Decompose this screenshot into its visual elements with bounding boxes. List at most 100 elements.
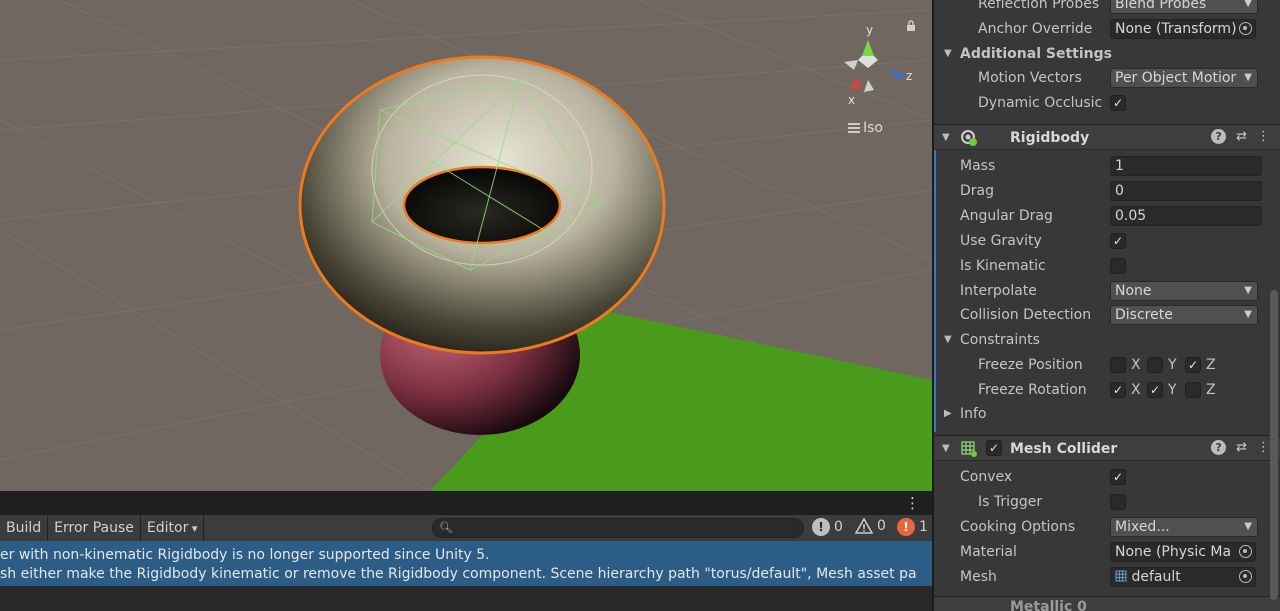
object-picker-icon[interactable] [1239,22,1252,35]
console-search[interactable]: 🔍︎ [432,518,804,538]
lock-icon[interactable] [905,20,917,32]
additional-settings-label: Additional Settings [960,46,1112,62]
axis-z-label: Z [1206,357,1216,373]
anchor-override-value: None (Transform) [1115,21,1237,37]
more-options-icon[interactable]: ⋮ [1257,440,1270,456]
axis-x-label: X [1131,382,1141,398]
interpolate-dropdown[interactable]: None ▼ [1110,281,1258,301]
error-counter[interactable]: ! 1 [897,518,928,536]
mesh-collider-icon [961,441,977,457]
freeze-position-label: Freeze Position [978,357,1083,373]
freeze-rotation-z-checkbox[interactable] [1185,382,1201,398]
freeze-position-y-checkbox[interactable] [1147,357,1163,373]
cooking-options-dropdown[interactable]: Mixed... ▼ [1110,517,1258,537]
build-button[interactable]: Build [0,515,49,541]
convex-checkbox[interactable]: ✓ [1110,469,1126,485]
is-kinematic-label: Is Kinematic [960,258,1046,274]
inspector-scrollbar[interactable] [1270,290,1278,600]
search-input[interactable] [453,519,797,537]
more-options-icon[interactable]: ⋮ [1257,129,1270,145]
mesh-collider-enabled-checkbox[interactable]: ✓ [986,440,1002,456]
freeze-position-row: Freeze Position X Y ✓ Z [934,353,1280,377]
orientation-gizmo[interactable]: y z x [828,20,918,110]
mass-input[interactable]: 1 [1110,156,1262,176]
is-kinematic-checkbox[interactable] [1110,258,1126,274]
scene-canvas[interactable] [0,0,932,491]
editor-dropdown[interactable]: Editor [141,515,205,541]
axis-z-label: Z [1206,382,1216,398]
collision-detection-dropdown[interactable]: Discrete ▼ [1110,305,1258,325]
info-label: Info [960,406,987,422]
use-gravity-row: Use Gravity ✓ [934,229,1280,253]
use-gravity-label: Use Gravity [960,233,1042,249]
chevron-down-icon: ▼ [1244,0,1252,9]
foldout-closed-icon[interactable]: ▶ [944,402,952,426]
use-gravity-checkbox[interactable]: ✓ [1110,233,1126,249]
is-trigger-label: Is Trigger [978,494,1043,510]
chevron-down-icon: ▼ [1244,72,1252,83]
reflection-probes-dropdown[interactable]: Blend Probes ▼ [1110,0,1258,14]
anchor-override-field[interactable]: None (Transform) [1110,19,1256,39]
foldout-open-icon[interactable]: ▼ [942,125,950,151]
mesh-row: Mesh default [934,565,1280,589]
preset-icon[interactable]: ⇄ [1236,129,1247,145]
interpolate-label: Interpolate [960,283,1037,299]
motion-vectors-row: Motion Vectors Per Object Motior ▼ [934,66,1280,90]
freeze-position-x-checkbox[interactable] [1110,357,1126,373]
preset-icon[interactable]: ⇄ [1236,440,1247,456]
foldout-open-icon[interactable]: ▼ [944,328,952,352]
mass-label: Mass [960,158,996,174]
rigidbody-icon [961,130,977,146]
angular-drag-input[interactable]: 0.05 [1110,206,1262,226]
constraints-row[interactable]: ▼ Constraints [934,328,1280,352]
drag-input[interactable]: 0 [1110,181,1262,201]
foldout-open-icon[interactable]: ▼ [944,42,952,66]
chevron-down-icon: ▼ [1244,309,1252,320]
additional-settings-row[interactable]: ▼ Additional Settings [934,42,1280,66]
is-trigger-checkbox[interactable] [1110,494,1126,510]
help-icon[interactable]: ? [1211,129,1227,144]
foldout-open-icon[interactable]: ▼ [942,436,950,462]
scene-view[interactable]: y z x Iso [0,0,932,491]
object-picker-icon[interactable] [1239,545,1252,558]
convex-row: Convex ✓ [934,465,1280,489]
constraints-label: Constraints [960,332,1040,348]
dynamic-occlusion-checkbox[interactable]: ✓ [1110,95,1126,111]
reflection-probes-row: Reflection Probes Blend Probes ▼ [934,0,1280,16]
search-icon: 🔍︎ [439,521,453,534]
more-options-icon[interactable]: ⋮ [905,495,920,511]
freeze-rotation-y-checkbox[interactable]: ✓ [1147,382,1163,398]
rigidbody-header[interactable]: ▼ Rigidbody ? ⇄ ⋮ [934,124,1280,150]
mesh-collider-header[interactable]: ▼ ✓ Mesh Collider ? ⇄ ⋮ [934,435,1280,461]
mesh-value: default [1131,569,1181,585]
object-picker-icon[interactable] [1239,570,1252,583]
projection-toggle[interactable]: Iso [848,120,883,136]
dynamic-occlusion-row: Dynamic Occlusic ✓ [934,91,1280,115]
angular-drag-label: Angular Drag [960,208,1053,224]
info-row[interactable]: ▶ Info [934,402,1280,426]
reflection-probes-value: Blend Probes [1115,0,1207,12]
error-pause-button[interactable]: Error Pause [48,515,141,541]
material-field[interactable]: None (Physic Ma [1110,542,1256,562]
next-component-header[interactable]: Metallic 0 [934,596,1280,611]
mesh-field[interactable]: default [1110,567,1256,587]
console-window: ⋮ Build Error Pause Editor 🔍︎ ! 0 0 ! 1 … [0,491,932,611]
freeze-position-z-checkbox[interactable]: ✓ [1185,357,1201,373]
log-line-1: er with non-kinematic Rigidbody is no lo… [0,547,490,563]
console-log-entry[interactable]: er with non-kinematic Rigidbody is no lo… [0,541,932,586]
convex-label: Convex [960,469,1013,485]
mesh-collider-title: Mesh Collider [1010,441,1118,457]
torus-object[interactable] [298,55,666,355]
warning-icon [855,518,873,534]
freeze-rotation-x-checkbox[interactable]: ✓ [1110,382,1126,398]
info-counter[interactable]: ! 0 [812,518,843,536]
cooking-options-label: Cooking Options [960,519,1076,535]
warning-counter[interactable]: 0 [855,518,886,534]
drag-label: Drag [960,183,995,199]
motion-vectors-dropdown[interactable]: Per Object Motior ▼ [1110,68,1258,88]
cooking-options-value: Mixed... [1115,519,1170,535]
help-icon[interactable]: ? [1211,440,1227,455]
mesh-label: Mesh [960,569,997,585]
material-label: Material [960,544,1017,560]
axis-x-label: X [1131,357,1141,373]
